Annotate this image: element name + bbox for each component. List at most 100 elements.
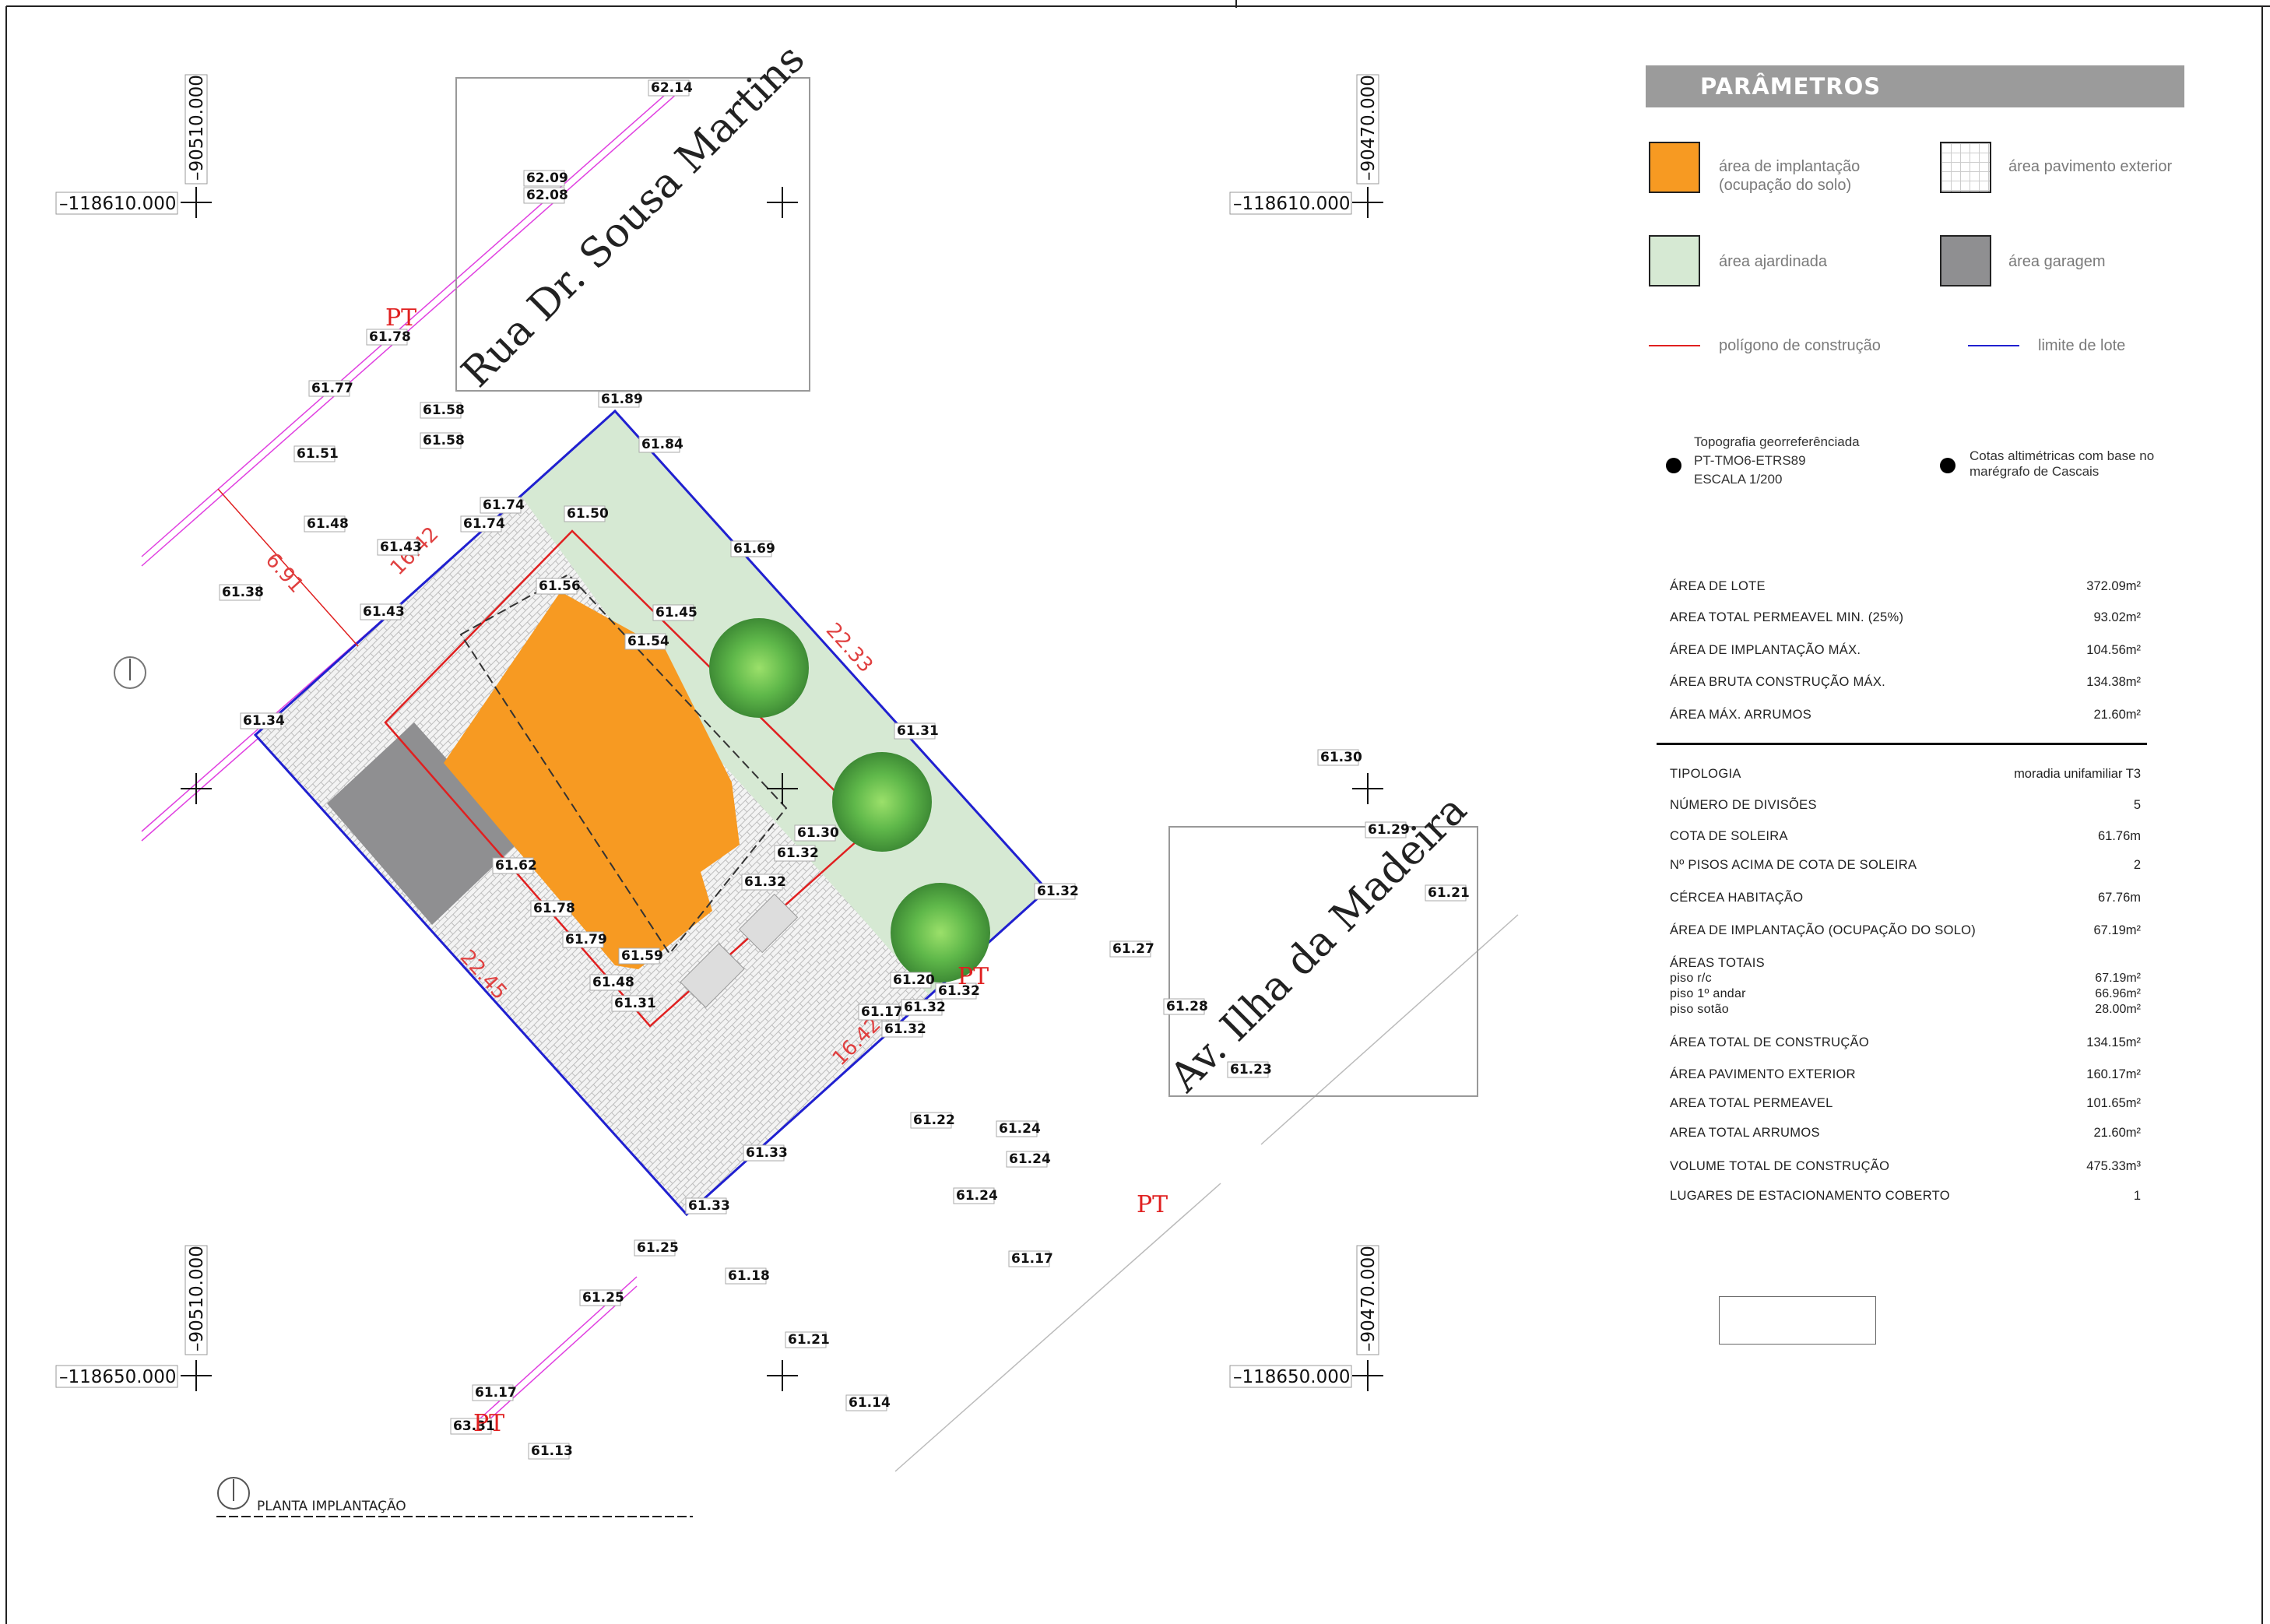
- spot-level: 61.32: [901, 999, 946, 1016]
- spot-level: 61.48: [589, 974, 634, 991]
- spot-level-value: 61.89: [601, 392, 643, 407]
- row-value: 134.15m²: [2086, 1035, 2141, 1049]
- swatch-garagem: [1940, 235, 1991, 286]
- coord-x-top-right: –118610.000: [1233, 194, 1351, 214]
- tree-2: [832, 752, 932, 852]
- spot-level-value: 61.20: [893, 972, 935, 988]
- spot-level: 61.29: [1365, 821, 1410, 838]
- spot-level-value: 61.51: [297, 446, 339, 462]
- empty-stamp-box: [1719, 1296, 1876, 1345]
- spot-level-value: 61.31: [897, 723, 939, 739]
- row-value: 67.76m: [2097, 891, 2141, 905]
- row-label: ÁREA MÁX. ARRUMOS: [1670, 708, 1812, 722]
- spot-level-value: 61.62: [495, 858, 537, 874]
- row-value: 21.60m²: [2093, 1126, 2141, 1140]
- dimension-label: 6.91: [261, 549, 308, 598]
- spot-level-value: 61.33: [688, 1198, 730, 1214]
- label-limite: limite de lote: [2038, 337, 2126, 354]
- spot-level-value: 61.50: [567, 506, 609, 522]
- spot-level: 61.51: [293, 445, 339, 462]
- table-separator: [1657, 743, 2147, 745]
- spot-level-value: 61.22: [913, 1113, 955, 1128]
- spot-level-value: 61.32: [1037, 884, 1079, 899]
- coord-x-bottom-left: –118650.000: [59, 1367, 177, 1387]
- row-label: CÉRCEA HABITAÇÃO: [1670, 891, 1804, 905]
- spot-level: 61.78: [530, 900, 575, 917]
- row-label: piso 1º andar: [1670, 987, 1746, 1000]
- spot-level: 61.58: [420, 402, 465, 419]
- spot-level-value: 61.21: [1428, 885, 1470, 901]
- spot-level-value: 61.28: [1166, 999, 1208, 1014]
- spot-level: 61.21: [1425, 884, 1470, 902]
- spot-level: 61.17: [1008, 1250, 1053, 1267]
- spot-level: 61.28: [1163, 998, 1208, 1015]
- row-label: COTA DE SOLEIRA: [1670, 829, 1788, 843]
- spot-level: 61.17: [472, 1384, 517, 1401]
- coord-x-bottom-right: –118650.000: [1233, 1367, 1351, 1387]
- spot-level: 61.32: [774, 845, 819, 862]
- spot-level-value: 61.74: [463, 516, 505, 532]
- swatch-poligono: [1649, 345, 1700, 346]
- spot-level-value: 61.54: [627, 634, 669, 649]
- spot-level: 61.31: [611, 995, 656, 1012]
- row-value: 67.19m²: [2095, 972, 2141, 985]
- spot-level-value: 62.08: [526, 188, 568, 203]
- spot-level-value: 61.18: [728, 1268, 770, 1284]
- spot-level-value: 61.74: [483, 497, 525, 513]
- row-label: Nº PISOS ACIMA DE COTA DE SOLEIRA: [1670, 858, 1917, 872]
- row-label: ÁREA PAVIMENTO EXTERIOR: [1670, 1067, 1856, 1081]
- swatch-limite: [1968, 345, 2019, 346]
- spot-level-value: 61.24: [956, 1188, 998, 1204]
- spot-level: 61.25: [579, 1289, 624, 1306]
- coord-y-top-right: –90470.000: [1358, 75, 1379, 181]
- spot-level: 61.56: [536, 578, 581, 595]
- spot-level: 61.69: [730, 540, 775, 557]
- row-value: 160.17m²: [2086, 1067, 2141, 1081]
- spot-level: 61.74: [460, 515, 505, 533]
- row-value: 1: [2133, 1189, 2141, 1203]
- topo-dot-right: [1940, 458, 1956, 473]
- spot-level: 61.31: [894, 722, 939, 740]
- spot-level-value: 61.78: [533, 901, 575, 916]
- topo-text-left: Topografia georreferênciada PT-TMO6-ETRS8…: [1694, 434, 1860, 487]
- site-plan-drawing: Rua Dr. Sousa Martins Av. Ilha da Madeir…: [5, 0, 2270, 1624]
- label-poligono: polígono de construção: [1719, 337, 1881, 354]
- spot-level-value: 62.14: [651, 80, 693, 96]
- spot-level: 61.54: [624, 633, 669, 650]
- spot-level-value: 61.78: [369, 329, 411, 345]
- spot-level-value: 61.24: [1009, 1151, 1051, 1167]
- row-value: 372.09m²: [2086, 579, 2141, 593]
- spot-level-value: 61.43: [363, 604, 405, 620]
- row-value: 93.02m²: [2093, 610, 2141, 624]
- spot-level-value: 61.38: [222, 585, 264, 600]
- spot-level: 61.14: [845, 1394, 891, 1411]
- spot-level: 62.08: [523, 187, 568, 204]
- spot-level: 61.32: [1034, 883, 1079, 900]
- spot-level-value: 61.34: [243, 713, 285, 729]
- spot-level-value: 61.69: [733, 541, 775, 557]
- spot-level-value: 61.45: [655, 605, 698, 620]
- spot-level: 61.20: [890, 972, 935, 989]
- spot-level: 61.22: [910, 1112, 955, 1129]
- row-label: ÁREAS TOTAIS: [1670, 956, 1765, 970]
- spot-level: 61.62: [492, 857, 537, 874]
- spot-level-value: 61.84: [641, 437, 683, 452]
- row-value: moradia unifamiliar T3: [2014, 767, 2141, 781]
- spot-level-value: 61.77: [311, 381, 353, 396]
- spot-level-value: 61.58: [423, 433, 465, 448]
- pt-marker: PT: [1137, 1191, 1168, 1218]
- spot-level: 61.43: [377, 539, 422, 556]
- coord-y-bottom-right: –90470.000: [1358, 1246, 1379, 1352]
- street-name-east: Av. Ilha da Madeira: [1161, 786, 1476, 1102]
- row-value: 61.76m: [2097, 829, 2141, 843]
- spot-level: 61.25: [634, 1239, 679, 1257]
- pt-marker: PT: [385, 304, 416, 332]
- spot-level-value: 61.25: [582, 1290, 624, 1306]
- row-label: ÁREA DE IMPLANTAÇÃO (OCUPAÇÃO DO SOLO): [1670, 923, 1977, 937]
- spot-level: 61.32: [881, 1021, 926, 1038]
- label-ajardinada: área ajardinada: [1719, 253, 1827, 270]
- spot-level-value: 61.21: [788, 1332, 830, 1348]
- spot-level: 61.77: [308, 380, 353, 397]
- spot-level: 61.33: [743, 1144, 788, 1162]
- spot-level-value: 61.27: [1112, 941, 1154, 957]
